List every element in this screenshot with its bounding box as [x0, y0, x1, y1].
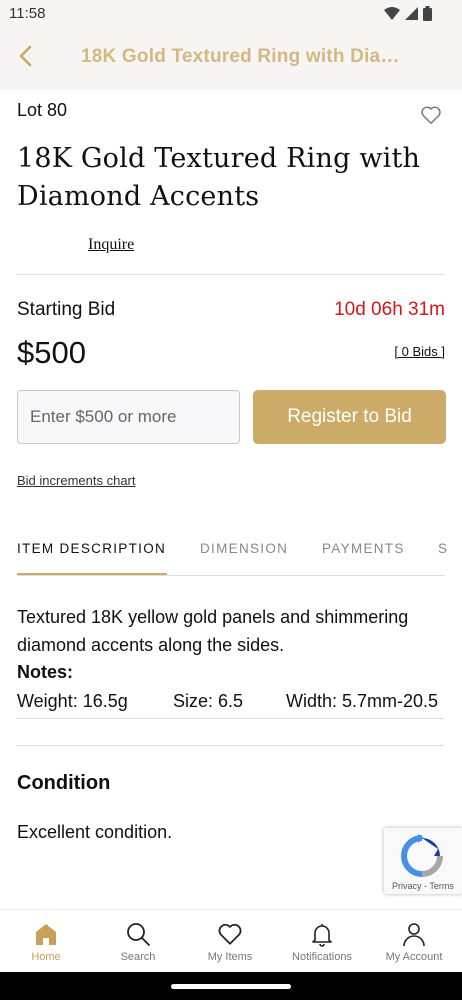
bid-amount-input[interactable]	[17, 390, 240, 444]
starting-bid-price: $500	[17, 335, 86, 370]
app-bar-title: 18K Gold Textured Ring with Dia…	[81, 46, 400, 67]
item-title: 18K Gold Textured Ring with Diamond Acce…	[17, 143, 421, 212]
spec-weight: Weight: 16.5g	[17, 691, 128, 711]
nav-home[interactable]: Home	[0, 910, 92, 973]
nav-notifications[interactable]: Notifications	[276, 910, 368, 973]
nav-home-label: Home	[31, 951, 61, 963]
bottom-nav: Home Search My Items Notifications My Ac…	[0, 909, 462, 972]
inquire-link[interactable]: Inquire	[88, 236, 134, 254]
spec-width: Width: 5.7mm-20.5	[286, 691, 439, 711]
nav-notifications-label: Notifications	[292, 951, 352, 963]
item-tabs: ITEM DESCRIPTION DIMENSION PAYMENTS S	[0, 528, 462, 576]
wifi-icon	[384, 6, 400, 26]
nav-my-items-label: My Items	[207, 951, 253, 963]
nav-search-label: Search	[120, 951, 156, 963]
favorite-button[interactable]	[420, 104, 442, 126]
system-gesture-bar	[0, 972, 462, 1000]
divider	[17, 575, 445, 576]
home-icon	[32, 920, 60, 948]
user-icon	[400, 920, 428, 948]
nav-my-items[interactable]: My Items	[184, 910, 276, 973]
back-button[interactable]	[10, 43, 40, 73]
search-icon	[124, 920, 152, 948]
nav-search[interactable]: Search	[92, 910, 184, 973]
bid-increments-link[interactable]: Bid increments chart	[17, 473, 136, 488]
specs-row: Weight: 16.5g Size: 6.5 Width: 5.7mm-20.…	[17, 691, 462, 717]
condition-text: Excellent condition.	[17, 822, 173, 842]
divider	[17, 718, 445, 719]
home-gesture-handle[interactable]	[171, 984, 291, 989]
condition-heading: Condition	[17, 772, 111, 794]
tab-item-description[interactable]: ITEM DESCRIPTION	[17, 541, 166, 556]
notes-label: Notes:	[17, 662, 74, 682]
tab-payments[interactable]: PAYMENTS	[322, 541, 405, 556]
divider	[17, 745, 445, 746]
countdown-timer: 10d 06h 31m	[334, 299, 445, 320]
nav-my-account-label: My Account	[385, 951, 443, 963]
recaptcha-badge[interactable]: Privacy - Terms	[384, 828, 462, 894]
app-bar: 18K Gold Textured Ring with Dia…	[0, 28, 462, 90]
bids-count-link[interactable]: [ 0 Bids ]	[394, 344, 445, 359]
chevron-left-icon	[17, 45, 33, 72]
divider	[17, 274, 445, 275]
spec-size: Size: 6.5	[173, 691, 244, 711]
register-to-bid-button[interactable]: Register to Bid	[253, 390, 446, 444]
nav-my-account[interactable]: My Account	[368, 910, 460, 973]
lot-number: Lot 80	[17, 100, 68, 120]
battery-icon	[423, 6, 432, 26]
status-time: 11:58	[9, 5, 46, 22]
item-description: Textured 18K yellow gold panels and shim…	[17, 607, 409, 655]
bell-icon	[308, 920, 336, 948]
recaptcha-icon	[400, 834, 444, 883]
status-icons	[384, 6, 432, 26]
tab-dimension[interactable]: DIMENSION	[200, 541, 288, 556]
starting-bid-label: Starting Bid	[17, 299, 116, 320]
recaptcha-links[interactable]: Privacy - Terms	[392, 881, 454, 891]
tab-overflow[interactable]: S	[438, 541, 448, 556]
heart-icon	[216, 920, 244, 948]
signal-icon	[405, 6, 418, 26]
heart-icon	[420, 106, 442, 130]
status-bar: 11:58	[0, 0, 462, 28]
